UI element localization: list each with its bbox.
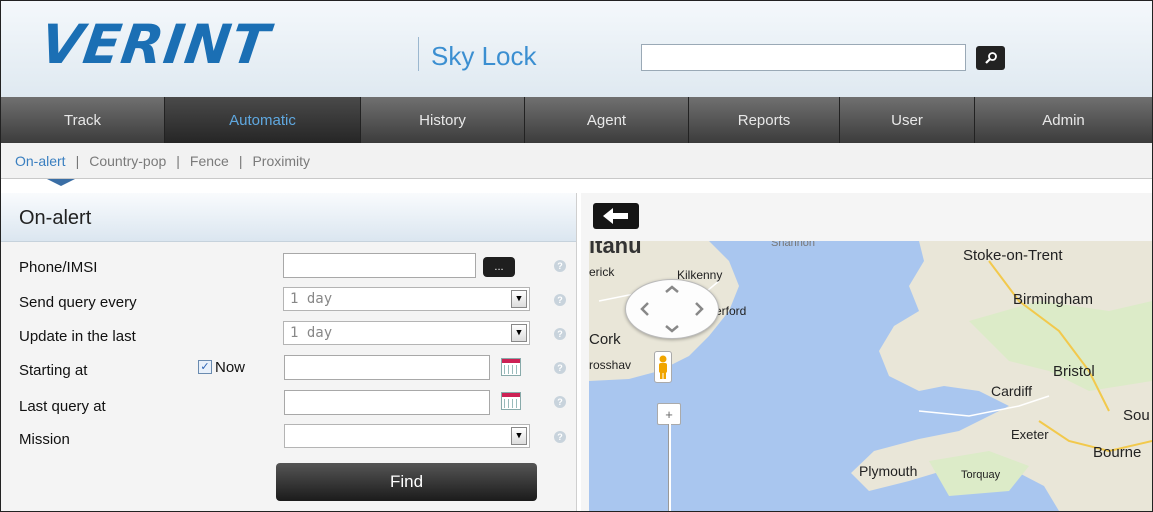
logo-divider xyxy=(418,37,419,71)
help-icon[interactable]: ? xyxy=(554,328,566,340)
map-place-label: Torquay xyxy=(961,469,1001,481)
zoom-slider-track[interactable] xyxy=(668,424,671,511)
street-view-pegman-icon[interactable] xyxy=(654,351,672,383)
verint-logo: VERINT xyxy=(36,13,274,76)
calendar-icon[interactable] xyxy=(501,358,521,376)
active-subnav-pointer xyxy=(47,179,75,186)
last-query-label: Last query at xyxy=(19,398,106,415)
map-place-label: Shannon xyxy=(771,241,816,249)
chevron-down-icon[interactable]: ▼ xyxy=(511,324,527,342)
help-icon[interactable]: ? xyxy=(554,362,566,374)
map-place-label: Birmingham xyxy=(1013,291,1094,308)
last-query-input[interactable] xyxy=(284,390,490,415)
update-last-select[interactable]: 1 day ▼ xyxy=(283,321,530,345)
tab-history[interactable]: History xyxy=(361,97,525,143)
starting-at-label: Starting at xyxy=(19,362,88,379)
map-place-label: Bristol xyxy=(1053,363,1095,380)
send-query-value: 1 day xyxy=(290,291,333,307)
map-place-label: Plymouth xyxy=(859,463,918,479)
map-place-label: ıtanu xyxy=(589,241,642,258)
update-last-label: Update in the last xyxy=(19,328,136,345)
now-label: Now xyxy=(215,359,246,376)
map-place-label: rosshav xyxy=(589,358,632,372)
tab-agent[interactable]: Agent xyxy=(525,97,689,143)
help-icon[interactable]: ? xyxy=(554,294,566,306)
product-name: Sky Lock xyxy=(431,41,537,71)
tab-automatic[interactable]: Automatic xyxy=(165,97,361,143)
panel-title: On-alert xyxy=(19,207,92,229)
help-icon[interactable]: ? xyxy=(554,260,566,272)
collapse-panel-button[interactable] xyxy=(593,203,639,229)
help-icon[interactable]: ? xyxy=(554,396,566,408)
search-button[interactable] xyxy=(976,46,1005,70)
find-button[interactable]: Find xyxy=(276,463,537,501)
subnav-country-pop[interactable]: Country-pop xyxy=(89,153,166,169)
tab-user[interactable]: User xyxy=(840,97,975,143)
map-pan-control[interactable] xyxy=(625,279,719,339)
calendar-icon[interactable] xyxy=(501,392,521,410)
phone-imsi-label: Phone/IMSI xyxy=(19,259,98,276)
mission-label: Mission xyxy=(19,431,70,448)
phone-lookup-button[interactable]: ... xyxy=(483,257,515,277)
update-last-value: 1 day xyxy=(290,325,333,341)
tab-track[interactable]: Track xyxy=(1,97,165,143)
phone-imsi-input[interactable] xyxy=(283,253,476,278)
subnav-separator: | xyxy=(176,152,180,169)
tab-reports[interactable]: Reports xyxy=(689,97,840,143)
chevron-down-icon[interactable]: ▼ xyxy=(511,427,527,445)
chevron-down-icon[interactable]: ▼ xyxy=(511,290,527,308)
subnav-separator: | xyxy=(75,152,80,169)
subnav-fence[interactable]: Fence xyxy=(190,153,229,169)
help-icon[interactable]: ? xyxy=(554,431,566,443)
panel-header: On-alert xyxy=(1,193,576,242)
map-place-label: Stoke-on-Trent xyxy=(963,247,1063,264)
arrow-left-icon xyxy=(603,208,628,224)
global-search-input[interactable] xyxy=(641,44,966,71)
subnav-separator: | xyxy=(238,152,243,169)
subnav-on-alert[interactable]: On-alert xyxy=(15,153,66,169)
zoom-in-button[interactable]: + xyxy=(657,403,681,425)
map-place-label: Cork xyxy=(589,331,621,348)
sub-nav: On-alert | Country-pop | Fence | Proximi… xyxy=(1,143,1152,179)
pan-arrows-icon xyxy=(640,285,704,333)
main-nav: Track Automatic History Agent Reports Us… xyxy=(1,97,1152,143)
map-place-label: Exeter xyxy=(1011,427,1049,442)
app-window: VERINT Sky Lock Track Automatic History … xyxy=(0,0,1153,512)
send-query-select[interactable]: 1 day ▼ xyxy=(283,287,530,311)
tab-admin[interactable]: Admin xyxy=(975,97,1152,143)
send-query-label: Send query every xyxy=(19,294,137,311)
map-place-label: erick xyxy=(589,265,615,279)
now-checkbox[interactable]: ✓ xyxy=(198,360,212,374)
search-icon xyxy=(984,52,997,64)
subnav-proximity[interactable]: Proximity xyxy=(252,153,310,169)
map-place-label: Cardiff xyxy=(991,383,1032,399)
map-place-label: erford xyxy=(715,304,747,318)
app-header: VERINT Sky Lock xyxy=(1,1,1152,97)
starting-at-input[interactable] xyxy=(284,355,490,380)
map-place-label: Bourne xyxy=(1093,444,1142,461)
mission-select[interactable]: ▼ xyxy=(284,424,530,448)
map-place-label: Sou xyxy=(1123,407,1150,424)
